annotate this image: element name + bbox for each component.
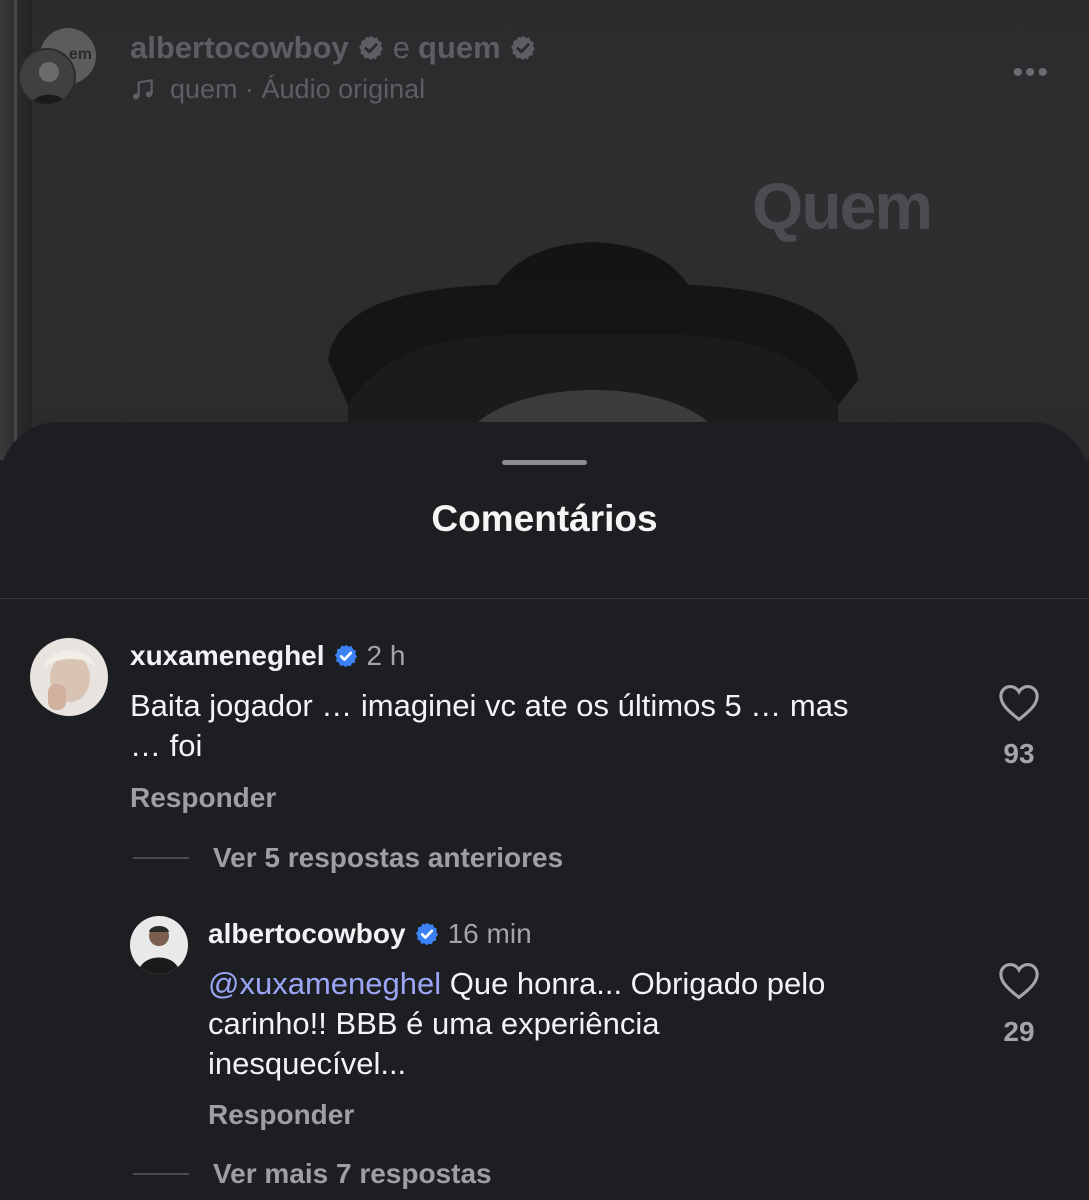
comment-header: xuxameneghel 2 h <box>130 640 405 672</box>
sheet-drag-handle[interactable] <box>502 460 587 465</box>
reel-avatars[interactable]: em <box>18 26 98 106</box>
music-note-icon <box>132 78 153 100</box>
heart-icon <box>999 963 1039 1000</box>
reply-button[interactable]: Responder <box>130 782 276 814</box>
reel-authors: albertocowboy e quem <box>130 30 537 66</box>
audio-label: quem · Áudio original <box>170 74 426 104</box>
author-avatar[interactable] <box>18 48 76 106</box>
view-replies-label: Ver mais 7 respostas <box>213 1158 492 1189</box>
comment-timestamp: 16 min <box>447 918 532 949</box>
comment-timestamp: 2 h <box>366 640 406 671</box>
reel-video[interactable]: Quem em albertocowboy e quem quem · Áudi… <box>0 0 1089 460</box>
comment-text-line: inesquecível... <box>208 1046 407 1081</box>
verified-badge-icon <box>358 35 383 61</box>
verified-badge-icon <box>415 922 438 946</box>
comment-header: albertocowboy 16 min <box>208 918 532 950</box>
view-more-replies-button[interactable]: Ver mais 7 respostas <box>133 1158 492 1190</box>
like-count: 93 <box>1003 738 1035 769</box>
audio-info[interactable]: quem · Áudio original <box>130 74 425 105</box>
heart-icon <box>999 685 1039 722</box>
like-button[interactable]: 29 <box>989 962 1049 1048</box>
sheet-divider <box>0 598 1089 599</box>
view-replies-button[interactable]: Ver 5 respostas anteriores <box>133 842 563 874</box>
comment-username[interactable]: xuxameneghel <box>130 640 325 672</box>
verified-badge-icon <box>510 35 535 61</box>
view-replies-label: Ver 5 respostas anteriores <box>213 842 564 873</box>
author-name[interactable]: albertocowboy <box>130 30 349 66</box>
sheet-title: Comentários <box>431 498 658 539</box>
comment-text-line: carinho!! BBB é uma experiência <box>208 1006 660 1041</box>
commenter-avatar[interactable] <box>30 638 108 716</box>
comment-text-line: @xuxameneghel Que honra... Obrigado pelo <box>208 964 948 1004</box>
coauthor-name[interactable]: quem <box>418 30 501 66</box>
commenter-avatar[interactable] <box>130 916 188 974</box>
reel-header: em albertocowboy e quem quem · Áudio ori… <box>18 26 1078 116</box>
reply-button[interactable]: Responder <box>208 1099 354 1131</box>
comments-sheet: Comentários xuxameneghel 2 h Baita jogad… <box>0 422 1089 1200</box>
replies-line <box>133 1173 189 1175</box>
comment-text: Baita jogador … imaginei vc ate os últim… <box>130 686 970 766</box>
author-connector: e <box>392 30 411 65</box>
replies-line <box>133 857 189 859</box>
mention-link[interactable]: @xuxameneghel <box>208 966 441 1001</box>
comment-text: @xuxameneghel Que honra... Obrigado pelo… <box>208 964 948 1084</box>
more-options-icon[interactable]: ••• <box>1012 56 1050 90</box>
comment-username[interactable]: albertocowboy <box>208 918 406 950</box>
like-button[interactable]: 93 <box>989 684 1049 770</box>
comment-text-line: Baita jogador … imaginei vc ate os últim… <box>130 688 849 723</box>
like-count: 29 <box>1003 1016 1035 1047</box>
verified-badge-icon <box>334 644 357 668</box>
comment-text-fragment: Que honra... Obrigado pelo <box>441 966 826 1001</box>
comment-text-line: … foi <box>130 728 203 763</box>
